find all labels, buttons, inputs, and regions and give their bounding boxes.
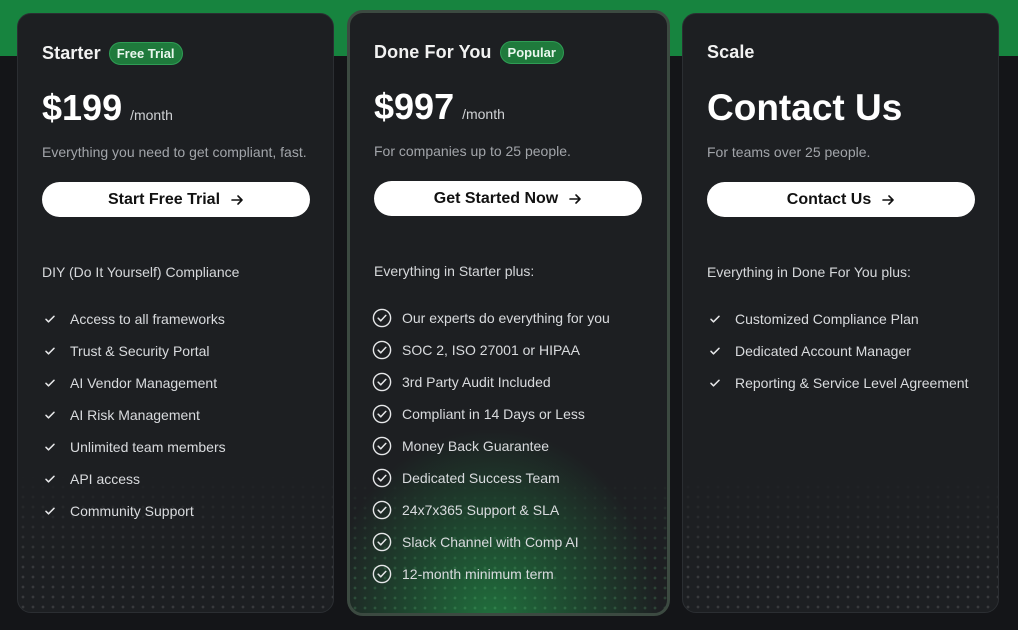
feature-item: Compliant in 14 Days or Less (372, 398, 610, 430)
plan-name: Done For You (374, 42, 492, 62)
feature-item: Trust & Security Portal (42, 335, 226, 367)
feature-item: 24x7x365 Support & SLA (372, 494, 610, 526)
check-circle-icon (372, 404, 392, 424)
feature-label: Money Back Guarantee (402, 438, 550, 454)
feature-label: AI Risk Management (70, 407, 200, 423)
feature-item: AI Vendor Management (42, 367, 226, 399)
feature-label: Reporting & Service Level Agreement (735, 375, 969, 391)
arrow-right-icon (569, 193, 582, 204)
check-circle-icon (372, 436, 392, 456)
feature-item: Slack Channel with Comp AI (372, 526, 610, 558)
plan-name: Starter (42, 43, 101, 63)
free-trial-badge: Free Trial (108, 42, 183, 65)
plan-card-scale: Scale Contact Us For teams over 25 peopl… (682, 13, 999, 613)
plan-description: For companies up to 25 people. (374, 143, 571, 159)
feature-item: API access (42, 463, 226, 495)
check-circle-icon (372, 468, 392, 488)
feature-label: Access to all frameworks (70, 311, 225, 327)
get-started-now-button[interactable]: Get Started Now (374, 181, 642, 216)
feature-item: 12-month minimum term (372, 558, 610, 590)
plan-description: For teams over 25 people. (707, 144, 871, 160)
feature-label: Our experts do everything for you (402, 310, 610, 326)
plan-card-starter: Starter Free Trial $199 /month Everythin… (17, 13, 334, 613)
check-icon (42, 471, 58, 487)
check-icon (707, 343, 723, 359)
feature-list: Access to all frameworks Trust & Security… (42, 303, 226, 527)
feature-label: Unlimited team members (70, 439, 226, 455)
feature-label: 12-month minimum term (402, 566, 554, 582)
feature-item: Reporting & Service Level Agreement (707, 367, 968, 399)
section-label: DIY (Do It Yourself) Compliance (42, 264, 240, 280)
button-label: Contact Us (786, 190, 872, 208)
feature-label: 3rd Party Audit Included (402, 374, 551, 390)
feature-label: Dedicated Success Team (402, 470, 560, 486)
feature-label: Community Support (70, 503, 194, 519)
feature-label: SOC 2, ISO 27001 or HIPAA (402, 342, 580, 358)
check-circle-icon (372, 340, 392, 360)
check-icon (42, 407, 58, 423)
feature-list: Customized Compliance Plan Dedicated Acco… (707, 303, 968, 399)
feature-label: Customized Compliance Plan (735, 311, 919, 327)
plan-name: Scale (707, 42, 755, 62)
feature-label: 24x7x365 Support & SLA (402, 502, 560, 518)
feature-label: Dedicated Account Manager (735, 343, 911, 359)
price-period: /month (462, 106, 505, 122)
check-circle-icon (372, 308, 392, 328)
section-label: Everything in Done For You plus: (707, 264, 911, 280)
check-circle-icon (372, 372, 392, 392)
check-circle-icon (372, 532, 392, 552)
check-icon (42, 375, 58, 391)
feature-item: Community Support (42, 495, 226, 527)
feature-item: 3rd Party Audit Included (372, 366, 610, 398)
arrow-right-icon (231, 194, 243, 205)
check-icon (42, 343, 58, 359)
dot-pattern (683, 472, 998, 612)
button-label: Start Free Trial (107, 190, 221, 208)
feature-label: API access (70, 471, 141, 487)
feature-label: Trust & Security Portal (70, 343, 210, 359)
popular-badge: Popular (499, 41, 564, 64)
arrow-right-icon (882, 194, 895, 205)
plan-price: Contact Us (707, 87, 903, 128)
feature-list: Our experts do everything for you SOC 2, … (372, 302, 610, 590)
check-icon (42, 439, 58, 455)
check-circle-icon (372, 500, 392, 520)
check-icon (707, 375, 723, 391)
plan-price: $997 (374, 86, 455, 127)
feature-item: AI Risk Management (42, 399, 226, 431)
check-icon (707, 311, 723, 327)
plan-card-done-for-you: Done For You Popular $997 /month For com… (347, 10, 670, 616)
plan-price: $199 (42, 87, 123, 128)
check-circle-icon (372, 564, 392, 584)
feature-label: Slack Channel with Comp AI (402, 534, 579, 550)
plan-description: Everything you need to get compliant, fa… (42, 144, 307, 160)
feature-label: Compliant in 14 Days or Less (402, 406, 585, 422)
check-icon (42, 503, 58, 519)
feature-item: Our experts do everything for you (372, 302, 610, 334)
contact-us-button[interactable]: Contact Us (707, 182, 975, 217)
feature-label: AI Vendor Management (70, 375, 218, 391)
check-icon (42, 311, 58, 327)
section-label: Everything in Starter plus: (374, 263, 535, 279)
feature-item: Customized Compliance Plan (707, 303, 968, 335)
start-free-trial-button[interactable]: Start Free Trial (42, 182, 310, 217)
feature-item: Dedicated Account Manager (707, 335, 968, 367)
button-label: Get Started Now (433, 189, 559, 207)
price-period: /month (130, 107, 173, 123)
feature-item: Dedicated Success Team (372, 462, 610, 494)
feature-item: Money Back Guarantee (372, 430, 610, 462)
feature-item: Access to all frameworks (42, 303, 226, 335)
feature-item: SOC 2, ISO 27001 or HIPAA (372, 334, 610, 366)
feature-item: Unlimited team members (42, 431, 226, 463)
